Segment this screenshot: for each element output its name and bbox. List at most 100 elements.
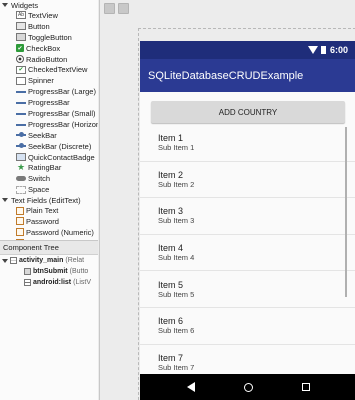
palette-item[interactable]: Password (0, 216, 98, 227)
list-scrollbar[interactable] (345, 127, 347, 297)
toggle-button-icon (16, 33, 26, 42)
switch-icon (16, 176, 26, 182)
palette-category-label: Widgets (11, 0, 39, 10)
status-bar: 6:00 (140, 41, 355, 59)
toolbar-toggle-button[interactable] (104, 3, 115, 14)
palette-item[interactable]: RadioButton (0, 54, 98, 65)
palette-item[interactable]: SeekBar (Discrete) (0, 141, 98, 152)
palette-item-label: Plain Text (26, 206, 59, 216)
palette-item[interactable]: ProgressBar (Horizon (0, 119, 98, 130)
seekbar-icon (16, 132, 26, 138)
expand-arrow-icon (2, 258, 8, 263)
palette-item[interactable]: Ab TextView (0, 10, 98, 21)
list-item-subtitle: Sub Item 7 (158, 362, 195, 372)
add-country-button[interactable]: ADD COUNTRY (151, 101, 345, 123)
back-icon[interactable] (186, 382, 195, 392)
palette-item[interactable]: ToggleButton (0, 32, 98, 43)
widget-palette: Widgets Ab TextView Button ToggleButton ✔ Chec… (0, 0, 98, 240)
palette-item-label: Password (Numeric) (26, 227, 94, 237)
tree-node-type: (ListV (73, 279, 92, 286)
palette-item-label: ToggleButton (28, 32, 72, 42)
palette-item-label: CheckBox (26, 43, 61, 53)
palette-item[interactable]: QuickContactBadge (0, 152, 98, 163)
button-icon (24, 268, 31, 275)
toolbar-toggle-button[interactable] (118, 3, 129, 14)
checked-textview-icon: ✔ (16, 65, 26, 74)
app-bar: SQLiteDatabaseCRUDExample (140, 59, 355, 92)
tree-node[interactable]: activity_main (Relat (0, 255, 98, 266)
edittext-icon (16, 228, 24, 237)
palette-item-label: Button (28, 21, 50, 31)
palette-category[interactable]: Text Fields (EditText) (0, 195, 98, 205)
seekbar-icon (16, 143, 26, 149)
listview-icon (24, 279, 31, 286)
tree-node[interactable]: btnSubmit (Butto (0, 266, 98, 277)
home-icon[interactable] (243, 382, 253, 392)
palette-item-label: RatingBar (28, 163, 62, 173)
list-item-title: Item 2 (158, 169, 184, 180)
country-list[interactable]: Item 1 Sub Item 1 Item 2 Sub Item 2 Item 3 Su… (140, 125, 355, 373)
palette-item[interactable]: ★ RatingBar (0, 162, 98, 173)
palette-item-label: Password (26, 216, 59, 226)
list-item[interactable]: Item 1 Sub Item 1 (140, 125, 355, 162)
tree-node[interactable]: android:list (ListV (0, 277, 98, 288)
palette-item-label: SeekBar (28, 130, 57, 140)
edittext-icon (16, 206, 24, 215)
palette-item[interactable]: Space (0, 184, 98, 195)
list-item-subtitle: Sub Item 2 (158, 179, 195, 189)
list-item[interactable]: Item 3 Sub Item 3 (140, 198, 355, 235)
expand-arrow-icon (2, 3, 8, 7)
checkbox-icon: ✔ (16, 44, 24, 53)
list-item[interactable]: Item 2 Sub Item 2 (140, 162, 355, 199)
battery-icon (320, 46, 326, 54)
palette-category[interactable]: Widgets (0, 0, 98, 10)
guide-line (138, 28, 139, 400)
palette-item[interactable]: ✔ CheckedTextView (0, 64, 98, 75)
palette-item-label: SeekBar (Discrete) (28, 141, 92, 151)
palette-item[interactable]: Switch (0, 173, 98, 184)
tree-node-type: (Relat (65, 257, 85, 264)
palette-item[interactable]: ✔ CheckBox (0, 43, 98, 54)
palette-item[interactable]: ProgressBar (Large) (0, 86, 98, 97)
palette-item-label: Space (28, 185, 50, 195)
palette-item[interactable]: Plain Text (0, 205, 98, 216)
list-item-subtitle: Sub Item 3 (158, 216, 195, 226)
progressbar-icon (16, 102, 26, 105)
palette-item-label: Spinner (28, 76, 54, 86)
textview-icon: Ab (16, 11, 26, 20)
palette-item-label: CheckedTextView (28, 65, 88, 75)
palette-item-label: ProgressBar (28, 98, 70, 108)
component-tree-nodes: activity_main (Relat btnSubmit (Butto androi… (0, 255, 98, 288)
palette-item[interactable]: Spinner (0, 75, 98, 86)
wifi-icon (307, 46, 318, 54)
list-item[interactable]: Item 6 Sub Item 6 (140, 308, 355, 345)
progressbar-icon (16, 112, 26, 115)
list-item-subtitle: Sub Item 1 (158, 143, 195, 153)
component-tree: Component Tree activity_main (Relat btnSub… (0, 240, 98, 400)
palette-item-label: ProgressBar (Large) (28, 87, 96, 97)
navigation-bar (140, 374, 355, 400)
list-item-title: Item 5 (158, 279, 184, 290)
list-item-title: Item 4 (158, 243, 184, 254)
list-item[interactable]: Item 5 Sub Item 5 (140, 271, 355, 308)
palette-item[interactable]: ProgressBar (0, 97, 98, 108)
list-item-title: Item 6 (158, 316, 184, 327)
palette-item[interactable]: Button (0, 21, 98, 32)
palette-item[interactable]: Password (Numeric) (0, 227, 98, 238)
recent-apps-icon[interactable] (301, 383, 310, 391)
palette-item[interactable]: SeekBar (0, 130, 98, 141)
list-item[interactable]: Item 7 Sub Item 7 (140, 345, 355, 373)
palette-item-label: QuickContactBadge (28, 152, 95, 162)
tree-node-type: (Butto (69, 268, 89, 275)
list-item-title: Item 7 (158, 352, 184, 363)
list-item-subtitle: Sub Item 6 (158, 326, 195, 336)
list-item[interactable]: Item 4 Sub Item 4 (140, 235, 355, 272)
palette-item[interactable]: ProgressBar (Small) (0, 108, 98, 119)
list-item-title: Item 3 (158, 206, 184, 217)
palette-category-label: Text Fields (EditText) (11, 195, 81, 205)
quick-contact-badge-icon (16, 153, 26, 162)
list-item-subtitle: Sub Item 4 (158, 253, 195, 263)
expand-arrow-icon (2, 198, 8, 203)
progressbar-icon (16, 91, 26, 94)
tree-node-label: btnSubmit (33, 268, 68, 275)
